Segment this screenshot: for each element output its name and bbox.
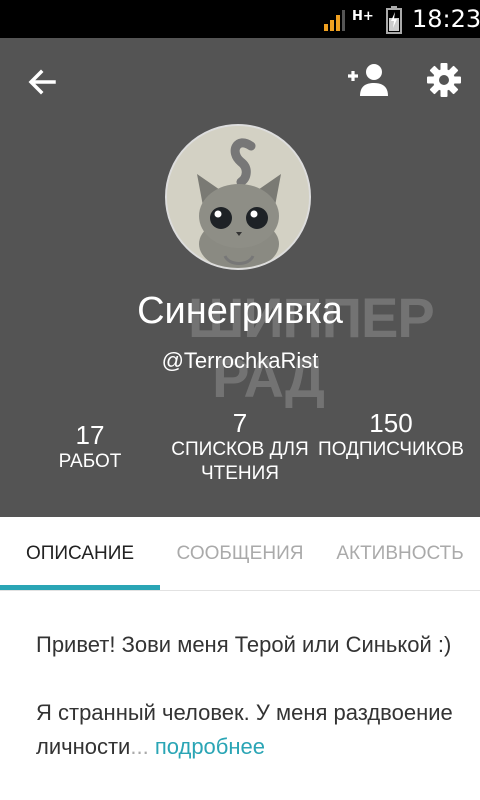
tab-description[interactable]: ОПИСАНИЕ — [0, 517, 160, 590]
ellipsis: ... — [130, 734, 149, 759]
cat-illustration — [167, 126, 309, 268]
clock: 18:23 — [412, 5, 480, 33]
stat-followers[interactable]: 150 ПОДПИСЧИКОВ — [316, 408, 466, 462]
battery-icon — [386, 6, 402, 34]
stat-reading-lists[interactable]: 7 СПИСКОВ ДЛЯ ЧТЕНИЯ — [160, 408, 320, 486]
display-name: Синегривка — [137, 290, 343, 332]
stat-reading-lists-label: СПИСКОВ ДЛЯ ЧТЕНИЯ — [171, 439, 309, 484]
status-bar: H+ 18:23 — [0, 0, 480, 38]
active-tab-indicator — [0, 585, 160, 590]
network-type: H+ — [352, 9, 374, 24]
profile-tabs: ОПИСАНИЕ СООБЩЕНИЯ АКТИВНОСТЬ — [0, 517, 480, 591]
tab-messages[interactable]: СООБЩЕНИЯ — [160, 517, 320, 590]
stat-works-value: 17 — [75, 420, 105, 450]
stat-works-label: РАБОТ — [58, 451, 122, 472]
tab-activity[interactable]: АКТИВНОСТЬ — [320, 517, 480, 590]
profile-header: ШИППЕР РАД Синегривка @TerrochkaRist 17 … — [0, 38, 480, 517]
user-handle: @TerrochkaRist — [161, 348, 319, 373]
stat-works[interactable]: 17 РАБОТ — [30, 420, 150, 474]
back-arrow-icon[interactable] — [24, 64, 60, 100]
stat-followers-label: ПОДПИСЧИКОВ — [318, 439, 464, 460]
add-user-icon[interactable] — [346, 62, 390, 98]
read-more-link[interactable]: подробнее — [155, 734, 265, 759]
description-paragraph-2: Я странный человек. У меня раздвоение ли… — [36, 696, 456, 764]
stat-reading-lists-value: 7 — [232, 408, 248, 438]
profile-description: Привет! Зови меня Терой или Синькой :) Я… — [36, 628, 456, 798]
avatar[interactable] — [165, 124, 311, 270]
description-paragraph-1: Привет! Зови меня Терой или Синькой :) — [36, 632, 452, 657]
stat-followers-value: 150 — [369, 408, 413, 438]
signal-icon — [324, 10, 345, 31]
gear-icon[interactable] — [426, 62, 462, 98]
